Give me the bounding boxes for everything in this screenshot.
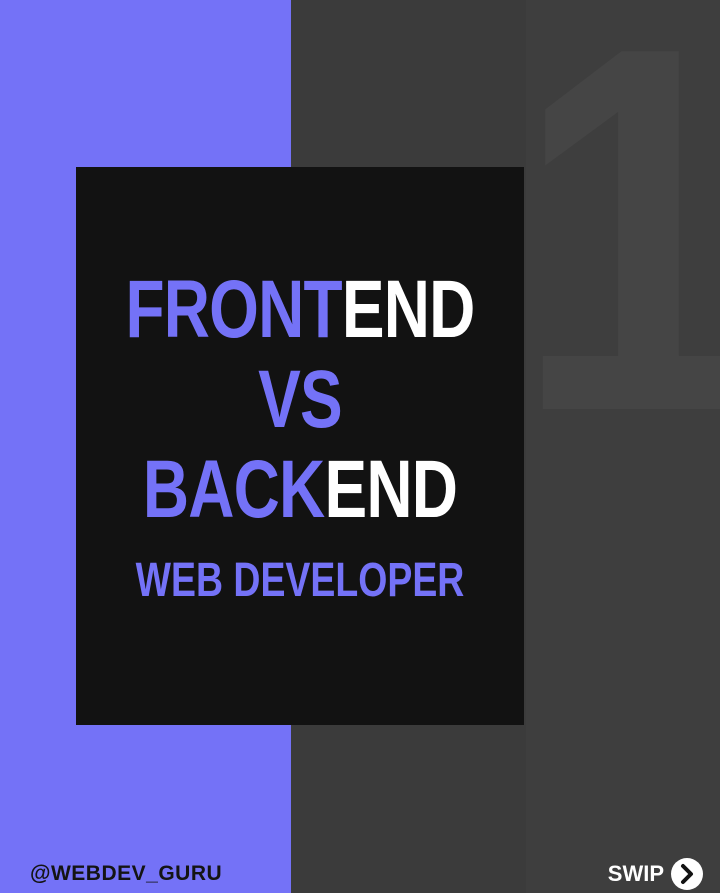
swipe-button[interactable]: SWIP [608,856,704,892]
headline-frontend-white: END [341,264,475,355]
headline-line-2: VS [125,356,474,444]
headline-frontend-accent: FRONT [125,264,342,355]
chevron-right-circle-icon [671,858,703,890]
slide: 1 FRONTEND VS BACKEND WEB DEVELOPER @WEB… [0,0,720,893]
subtitle: WEB DEVELOPER [135,554,465,607]
title-card: FRONTEND VS BACKEND WEB DEVELOPER [76,167,524,725]
headline-line-3: BACKEND [125,446,474,534]
headline-line-1: FRONTEND [125,264,475,355]
headline-backend-accent: BACK [142,444,325,535]
swipe-label: SWIP [607,861,664,886]
headline-backend-white: END [324,444,458,535]
headline-vs: VS [258,354,343,445]
author-handle: @WEBDEV_GURU [30,862,223,885]
slide-number: 1 [515,0,720,490]
